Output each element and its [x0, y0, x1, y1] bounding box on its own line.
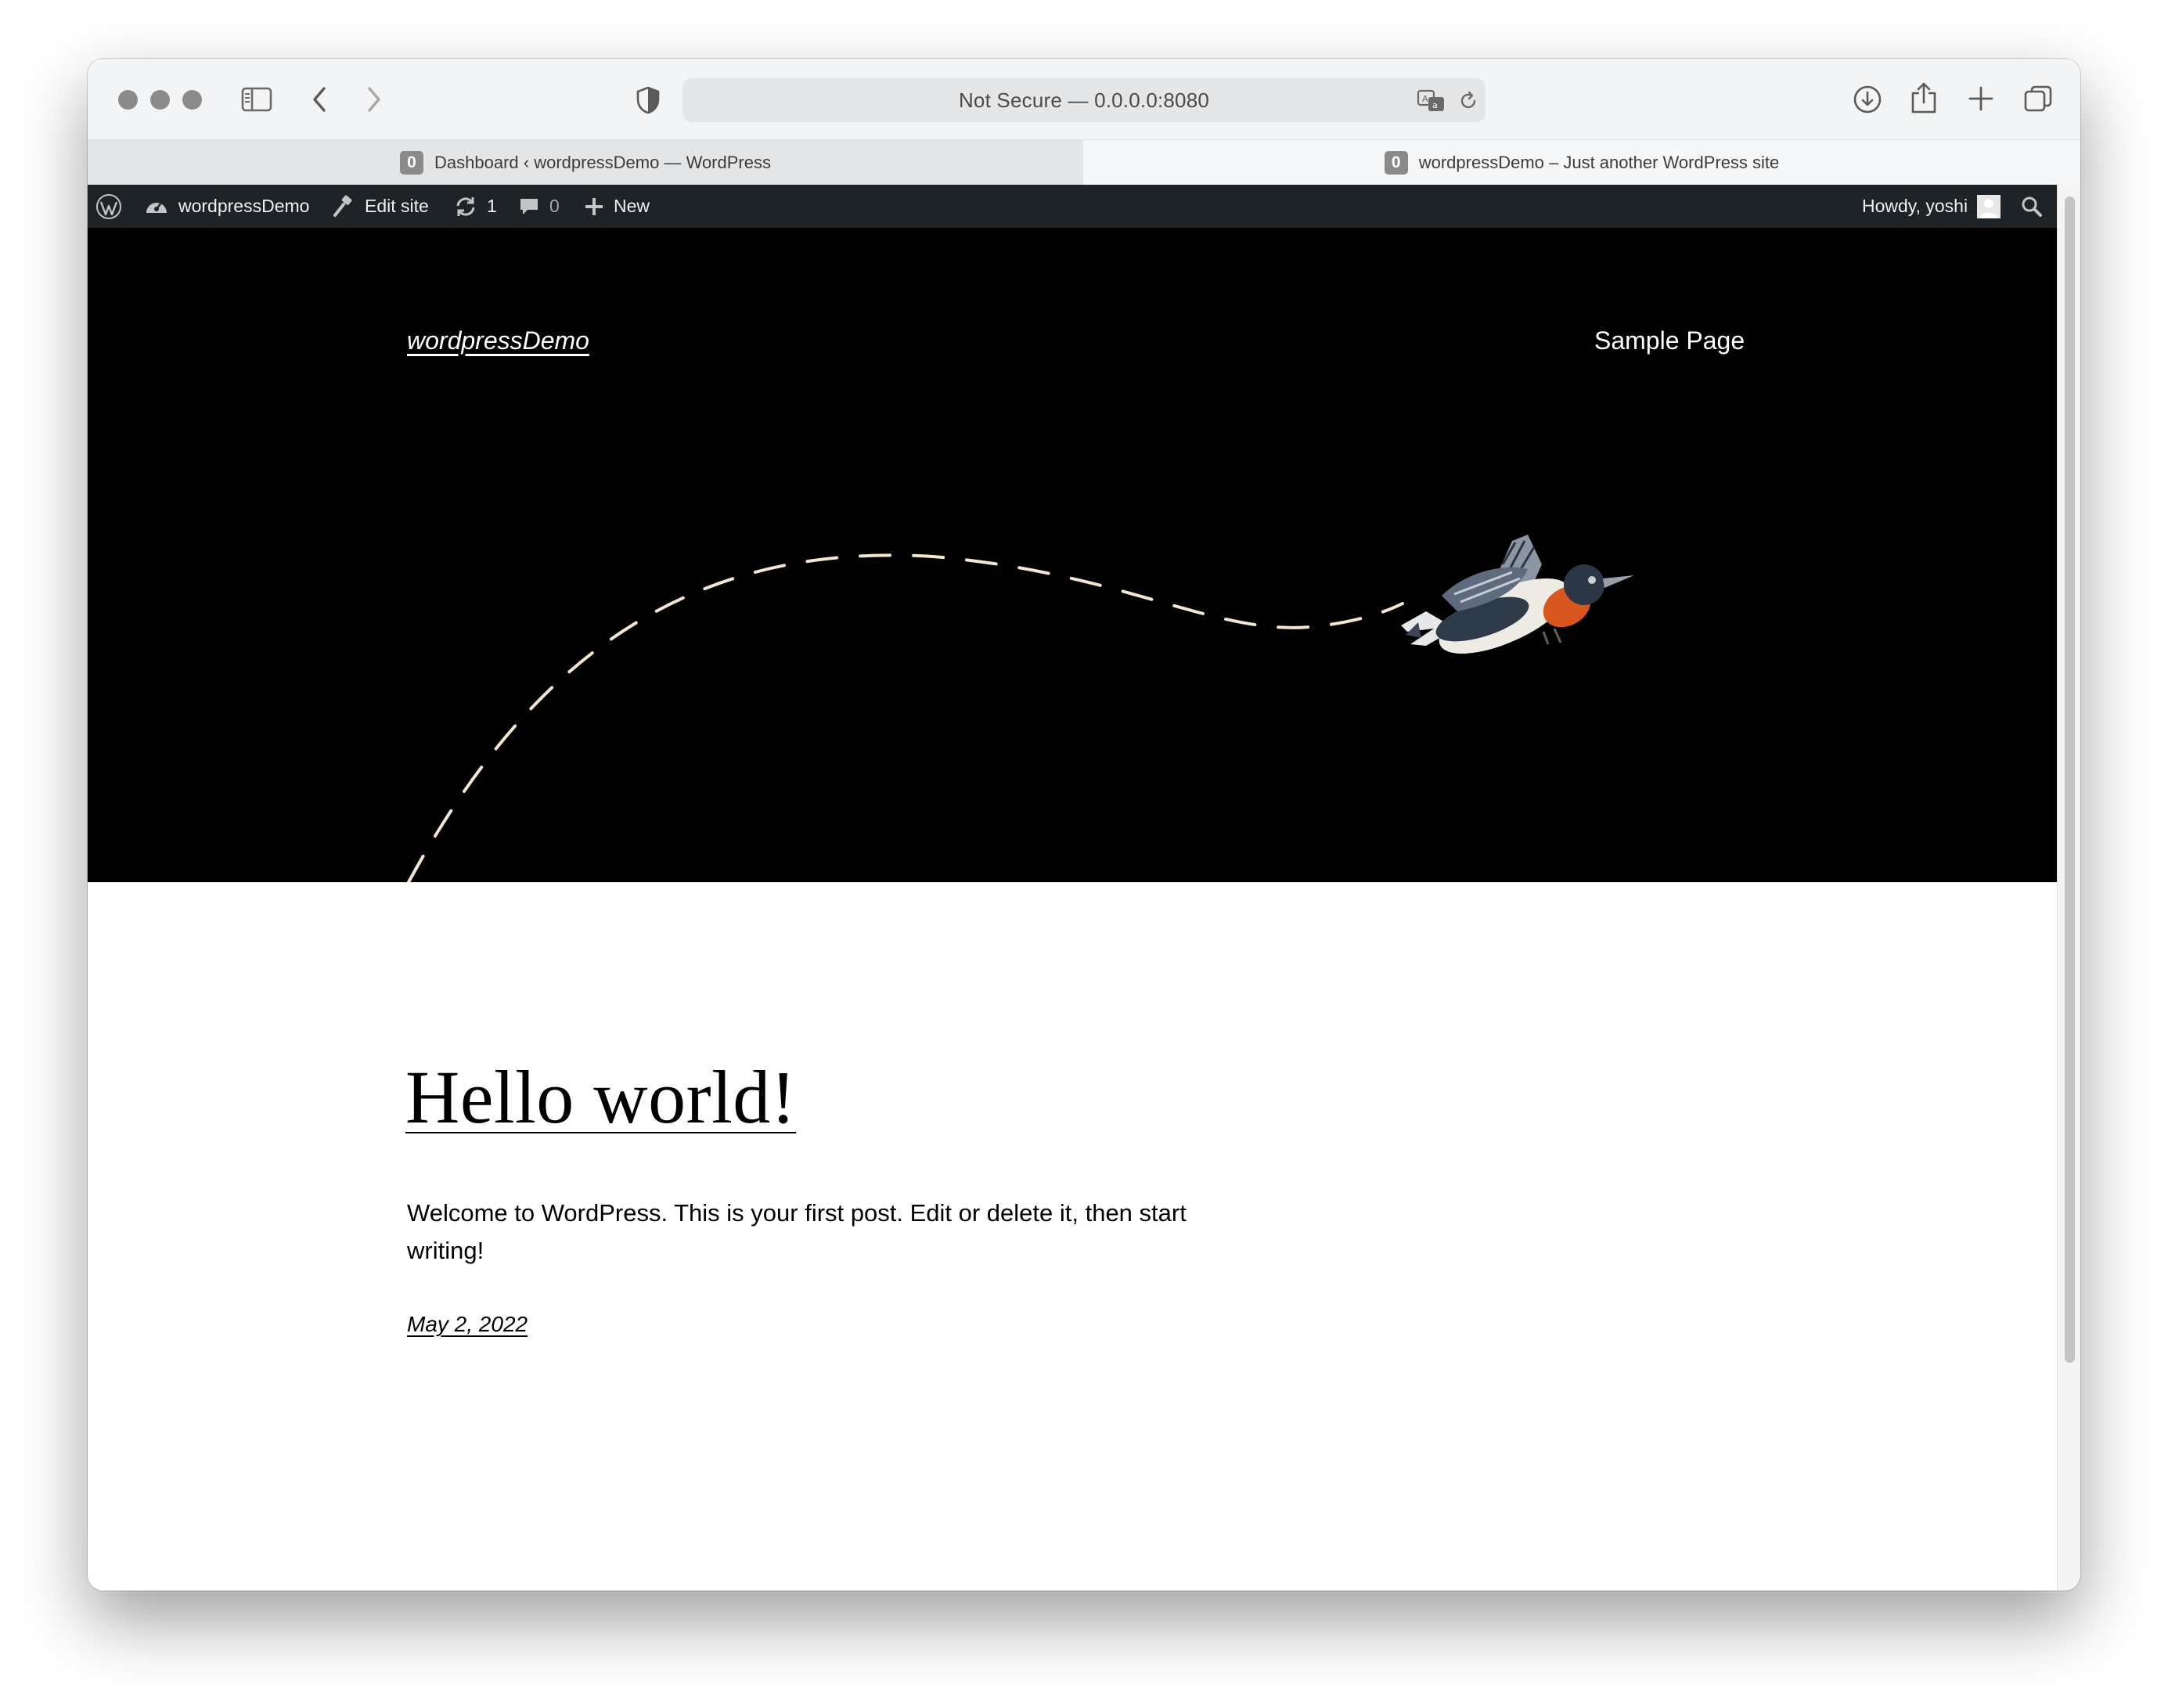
page-scrollbar[interactable] [2057, 185, 2080, 1591]
edit-site-link[interactable]: Edit site [332, 185, 429, 228]
post-excerpt: Welcome to WordPress. This is your first… [407, 1199, 1187, 1264]
site-header-hero: wordpressDemo Sample Page [88, 228, 2057, 882]
back-icon[interactable] [310, 85, 329, 114]
tab-overview-icon[interactable] [2022, 84, 2054, 115]
address-text: Not Secure — 0.0.0.0:8080 [958, 88, 1210, 112]
browser-window: Not Secure — 0.0.0.0:8080 A a 0 Dashboar… [88, 59, 2080, 1591]
reload-icon[interactable] [1457, 90, 1479, 112]
translate-icon[interactable]: A a [1417, 89, 1446, 113]
tab-title: Dashboard ‹ wordpressDemo — WordPress [434, 152, 771, 172]
dashboard-gauge-icon [146, 201, 167, 213]
page-viewport: wordpressDemo Sample Page Hello world! W… [88, 228, 2057, 1591]
sidebar-toggle-icon[interactable] [241, 87, 272, 112]
edit-site-label: Edit site [365, 196, 429, 216]
bird-icon [1401, 535, 1634, 654]
downloads-icon[interactable] [1852, 84, 1883, 115]
new-content-link[interactable]: New [584, 185, 650, 228]
admin-site-name-link[interactable]: wordpressDemo [144, 185, 309, 228]
updates-link[interactable]: 1 [454, 185, 497, 228]
admin-site-name: wordpressDemo [178, 196, 310, 216]
howdy-greeting: Howdy, yoshi [1862, 196, 1968, 216]
wordpress-logo-button[interactable] [95, 185, 131, 228]
post-title-link[interactable]: Hello world! [405, 1054, 796, 1140]
close-window-button[interactable] [118, 90, 138, 110]
comment-bubble-icon [520, 198, 538, 214]
privacy-shield-icon[interactable] [636, 85, 661, 115]
search-icon [2022, 196, 2042, 217]
browser-toolbar: Not Secure — 0.0.0.0:8080 A a [88, 59, 2080, 139]
new-label: New [614, 196, 650, 216]
comments-count: 0 [549, 196, 560, 216]
updates-refresh-icon [456, 196, 475, 216]
tab-favicon: 0 [1384, 150, 1408, 175]
hero-illustration [407, 535, 1634, 882]
share-icon[interactable] [1910, 81, 1938, 115]
tab-site[interactable]: 0 wordpressDemo – Just another WordPress… [1083, 140, 2080, 185]
tab-title: wordpressDemo – Just another WordPress s… [1418, 152, 1780, 172]
tab-bar: 0 Dashboard ‹ wordpressDemo — WordPress … [88, 139, 2080, 185]
svg-text:A: A [1422, 94, 1428, 104]
admin-search-button[interactable] [2021, 185, 2052, 228]
address-bar[interactable]: Not Secure — 0.0.0.0:8080 A a [682, 78, 1486, 122]
updates-count: 1 [487, 196, 497, 216]
wp-admin-bar: wordpressDemo Edit site 1 0 New Howdy, y… [88, 185, 2057, 228]
avatar [1977, 194, 2001, 218]
wordpress-logo-icon [96, 193, 121, 219]
comments-link[interactable]: 0 [518, 185, 560, 228]
svg-text:a: a [1432, 100, 1438, 110]
brush-icon [333, 195, 352, 217]
zoom-window-button[interactable] [182, 90, 202, 110]
minimize-window-button[interactable] [150, 90, 170, 110]
forward-icon[interactable] [365, 85, 384, 114]
new-tab-icon[interactable] [1968, 85, 1994, 112]
tab-favicon: 0 [400, 150, 424, 175]
tab-dashboard[interactable]: 0 Dashboard ‹ wordpressDemo — WordPress [88, 140, 1084, 185]
scrollbar-thumb[interactable] [2065, 196, 2075, 1363]
account-menu[interactable]: Howdy, yoshi [1862, 185, 2001, 228]
post-date-link[interactable]: May 2, 2022 [407, 1312, 528, 1337]
plus-icon [585, 197, 603, 215]
flight-path-line [407, 553, 1404, 882]
